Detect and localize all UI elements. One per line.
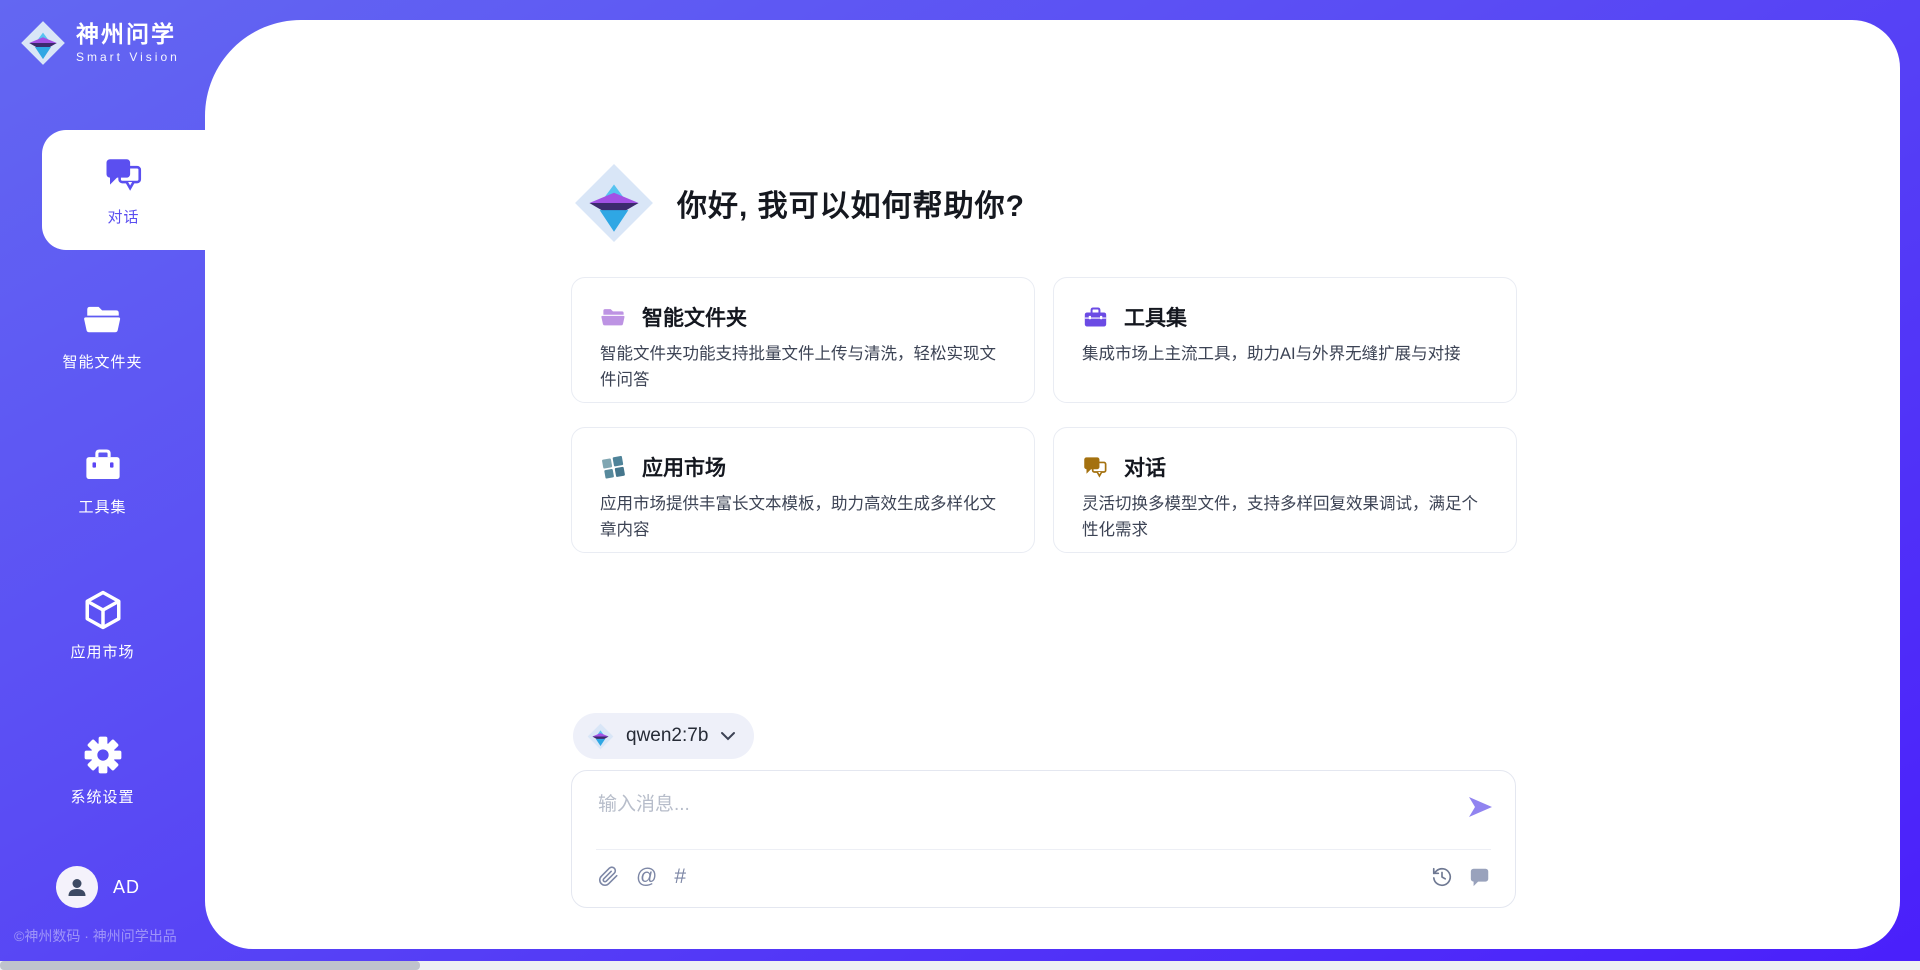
greeting-heading: 你好, 我可以如何帮助你? xyxy=(677,181,1025,225)
brand-diamond-logo-icon xyxy=(20,20,66,66)
send-icon xyxy=(1467,795,1493,819)
sidebar-item-label: 工具集 xyxy=(78,496,126,517)
card-title: 应用市场 xyxy=(642,452,726,482)
horizontal-scrollbar[interactable] xyxy=(0,961,1920,970)
app-market-icon xyxy=(600,454,627,481)
gear-icon xyxy=(82,734,124,776)
mention-button[interactable]: @ xyxy=(636,866,657,887)
hero: 你好, 我可以如何帮助你? xyxy=(573,162,1025,244)
composer-divider xyxy=(596,849,1491,850)
attachment-button[interactable] xyxy=(598,866,619,887)
sidebar-item-toolbox[interactable]: 工具集 xyxy=(0,420,205,540)
paperclip-icon xyxy=(598,866,619,887)
card-description: 智能文件夹功能支持批量文件上传与清洗，轻松实现文件问答 xyxy=(600,342,1008,393)
sidebar-item-label: 应用市场 xyxy=(70,641,134,662)
sidebar-item-chat[interactable]: 对话 xyxy=(42,130,205,250)
hero-diamond-logo-icon xyxy=(573,162,655,244)
brand-subtitle: Smart Vision xyxy=(76,51,180,64)
card-chat[interactable]: 对话 灵活切换多模型文件，支持多样回复效果调试，满足个性化需求 xyxy=(1053,427,1517,553)
card-title: 智能文件夹 xyxy=(642,302,747,332)
brand: 神州问学 Smart Vision xyxy=(20,20,180,66)
toolbox-icon xyxy=(82,444,124,486)
chevron-down-icon xyxy=(720,730,736,742)
history-clock-icon xyxy=(1431,866,1453,888)
user-account[interactable]: AD xyxy=(56,866,140,908)
comment-icon xyxy=(1469,866,1491,888)
card-description: 灵活切换多模型文件，支持多样回复效果调试，满足个性化需求 xyxy=(1082,492,1490,543)
sidebar-item-label: 系统设置 xyxy=(70,786,134,807)
card-app-market[interactable]: 应用市场 应用市场提供丰富长文本模板，助力高效生成多样化文章内容 xyxy=(571,427,1035,553)
feedback-button[interactable] xyxy=(1469,866,1491,888)
send-button[interactable] xyxy=(1467,795,1493,819)
sidebar-item-settings[interactable]: 系统设置 xyxy=(0,710,205,830)
model-name: qwen2:7b xyxy=(626,725,708,747)
message-input[interactable] xyxy=(598,789,1428,841)
folder-icon xyxy=(82,299,124,341)
user-initials: AD xyxy=(113,877,140,898)
sidebar-footer: ©神州数码 · 神州问学出品 xyxy=(14,926,204,946)
toolbox-icon xyxy=(1082,304,1109,331)
card-title: 工具集 xyxy=(1124,302,1187,332)
history-button[interactable] xyxy=(1431,866,1453,888)
folder-icon xyxy=(600,304,627,331)
sidebar: 神州问学 Smart Vision 对话 智能文件夹 xyxy=(0,0,205,961)
card-description: 应用市场提供丰富长文本模板，助力高效生成多样化文章内容 xyxy=(600,492,1008,543)
sidebar-item-smart-folder[interactable]: 智能文件夹 xyxy=(0,275,205,395)
card-toolbox[interactable]: 工具集 集成市场上主流工具，助力AI与外界无缝扩展与对接 xyxy=(1053,277,1517,403)
message-composer: @ # xyxy=(571,770,1516,908)
model-diamond-logo-icon xyxy=(587,723,614,750)
card-smart-folder[interactable]: 智能文件夹 智能文件夹功能支持批量文件上传与清洗，轻松实现文件问答 xyxy=(571,277,1035,403)
sidebar-item-label: 对话 xyxy=(107,206,139,227)
scrollbar-thumb[interactable] xyxy=(0,961,420,970)
sidebar-item-app-market[interactable]: 应用市场 xyxy=(0,565,205,685)
main-panel: 你好, 我可以如何帮助你? 智能文件夹 智能文件夹功能支持批量文件上传与清洗，轻… xyxy=(205,20,1900,949)
brand-title: 神州问学 xyxy=(76,22,180,47)
chat-bubbles-icon xyxy=(1082,454,1109,481)
card-title: 对话 xyxy=(1124,452,1166,482)
avatar xyxy=(56,866,98,908)
sidebar-item-label: 智能文件夹 xyxy=(62,351,142,372)
card-description: 集成市场上主流工具，助力AI与外界无缝扩展与对接 xyxy=(1082,342,1490,368)
model-selector[interactable]: qwen2:7b xyxy=(573,713,754,759)
topic-button[interactable]: # xyxy=(674,866,686,887)
cube-icon xyxy=(82,589,124,631)
feature-cards: 智能文件夹 智能文件夹功能支持批量文件上传与清洗，轻松实现文件问答 工具集 集成… xyxy=(571,277,1517,553)
chat-bubbles-icon xyxy=(103,154,145,196)
